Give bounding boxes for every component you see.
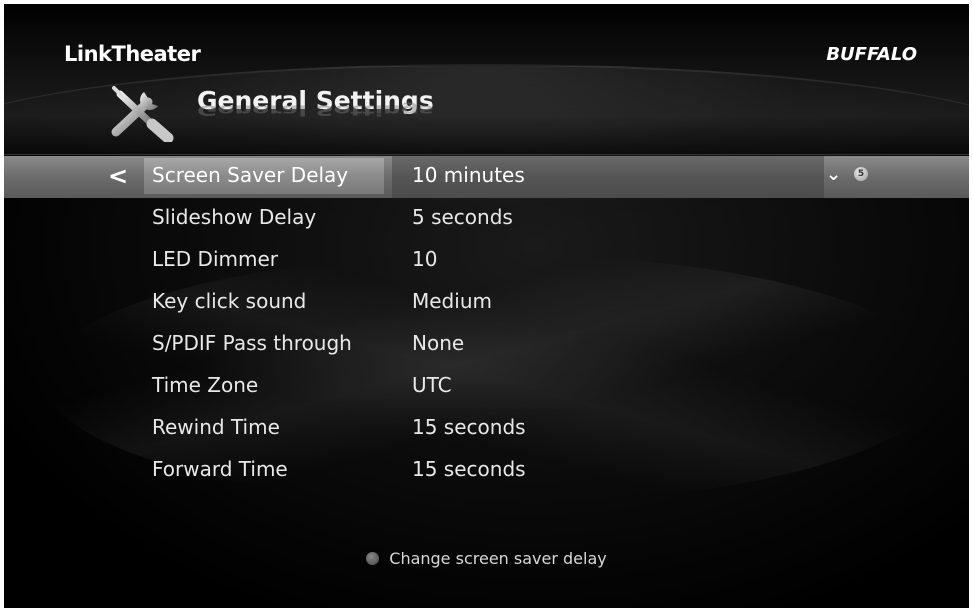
- setting-label: Forward Time: [152, 457, 288, 481]
- setting-value: 15 seconds: [412, 415, 526, 439]
- buffalo-logo: BUFFALO: [826, 44, 917, 65]
- footer-hint: Change screen saver delay: [4, 549, 969, 569]
- setting-row-led-dimmer[interactable]: LED Dimmer 10: [4, 240, 969, 282]
- chevron-down-icon[interactable]: ⌄: [826, 164, 841, 185]
- setting-value: UTC: [412, 373, 452, 397]
- setting-row-rewind-time[interactable]: Rewind Time 15 seconds: [4, 408, 969, 450]
- setting-row-key-click-sound[interactable]: Key click sound Medium: [4, 282, 969, 324]
- setting-label: S/PDIF Pass through: [152, 331, 352, 355]
- setting-label: Key click sound: [152, 289, 307, 313]
- setting-label: Time Zone: [152, 373, 259, 397]
- setting-value: 10: [412, 247, 438, 271]
- footer-hint-text: Change screen saver delay: [389, 549, 607, 568]
- screen: LinkTheater BUFFALO General Settings Gen…: [0, 0, 973, 615]
- tv-display: LinkTheater BUFFALO General Settings Gen…: [4, 4, 969, 608]
- setting-value: Medium: [412, 289, 492, 313]
- remote-button-icon: [366, 552, 380, 565]
- setting-label: Slideshow Delay: [152, 205, 317, 229]
- setting-value[interactable]: 10 minutes: [412, 163, 525, 187]
- settings-list: < Screen Saver Delay 10 minutes ⌄ 5 Slid…: [4, 156, 969, 492]
- setting-value: 15 seconds: [412, 457, 526, 481]
- setting-row-spdif-pass-through[interactable]: S/PDIF Pass through None: [4, 324, 969, 366]
- setting-row-time-zone[interactable]: Time Zone UTC: [4, 366, 969, 408]
- tools-icon: [111, 86, 174, 142]
- setting-row-screen-saver-delay[interactable]: < Screen Saver Delay 10 minutes ⌄ 5: [4, 156, 969, 198]
- linktheater-logo: LinkTheater: [64, 42, 201, 66]
- setting-label: LED Dimmer: [152, 247, 278, 271]
- setting-row-forward-time[interactable]: Forward Time 15 seconds: [4, 450, 969, 492]
- header-divider: [4, 154, 969, 155]
- setting-value: 5 seconds: [412, 205, 513, 229]
- setting-label: Screen Saver Delay: [152, 163, 349, 187]
- page-title-reflection: General Settings: [197, 102, 434, 118]
- setting-label: Rewind Time: [152, 415, 280, 439]
- setting-value: None: [412, 331, 465, 355]
- setting-row-slideshow-delay[interactable]: Slideshow Delay 5 seconds: [4, 198, 969, 240]
- left-arrow-icon[interactable]: <: [108, 162, 128, 190]
- remote-button-icon: 5: [854, 167, 868, 181]
